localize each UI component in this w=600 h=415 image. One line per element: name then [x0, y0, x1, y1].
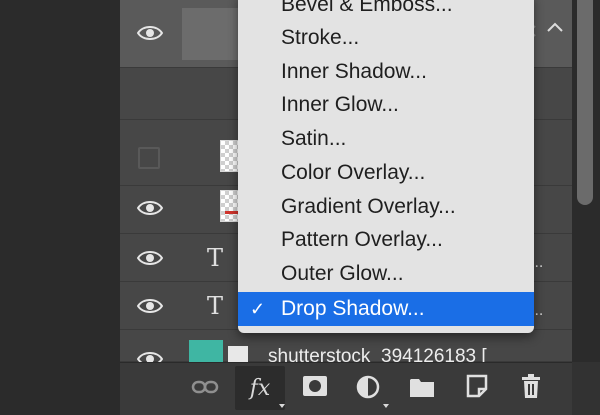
menu-item-label: Outer Glow... [281, 262, 404, 285]
eye-icon[interactable] [137, 249, 163, 267]
menu-item-label: Inner Shadow... [281, 60, 427, 83]
mask-icon[interactable] [302, 375, 328, 397]
menu-item-gradient-overlay[interactable]: Gradient Overlay... [238, 190, 534, 224]
chevron-up-icon[interactable] [545, 20, 565, 34]
chevron-down-icon [279, 404, 285, 408]
smart-object-icon [228, 346, 248, 362]
layers-toolbar [120, 362, 572, 415]
visibility-toggle-off[interactable] [138, 147, 160, 169]
menu-item-label: Drop Shadow... [281, 297, 425, 320]
menu-item-drop-shadow[interactable]: ✓ Drop Shadow... [238, 292, 534, 326]
eye-icon[interactable] [137, 24, 163, 42]
menu-item-label: Stroke... [281, 26, 360, 49]
menu-item-inner-shadow[interactable]: Inner Shadow... [238, 55, 534, 89]
checkmark-icon: ✓ [250, 299, 266, 319]
menu-item-inner-glow[interactable]: Inner Glow... [238, 88, 534, 122]
link-icon[interactable] [191, 377, 219, 397]
menu-item-color-overlay[interactable]: Color Overlay... [238, 156, 534, 190]
new-layer-icon[interactable] [466, 374, 488, 398]
menu-item-bevel-emboss[interactable]: Bevel & Emboss... [238, 0, 534, 22]
eye-icon[interactable] [137, 297, 163, 315]
menu-item-satin[interactable]: Satin... [238, 122, 534, 156]
add-layer-style-button[interactable]: fx [235, 366, 285, 410]
type-layer-icon: T [207, 292, 224, 320]
chevron-down-icon [383, 404, 389, 408]
menu-item-stroke[interactable]: Stroke... [238, 21, 534, 55]
menu-item-label: Bevel & Emboss... [281, 0, 453, 16]
menu-item-label: Inner Glow... [281, 93, 399, 116]
menu-item-label: Gradient Overlay... [281, 195, 456, 218]
menu-item-label: Pattern Overlay... [281, 228, 443, 251]
panel-gutter [0, 0, 120, 415]
trash-icon[interactable] [520, 373, 542, 399]
menu-item-label: Satin... [281, 127, 347, 150]
eye-icon[interactable] [137, 199, 163, 217]
scrollbar-thumb[interactable] [577, 0, 593, 205]
menu-item-outer-glow[interactable]: Outer Glow... [238, 257, 534, 291]
adjustment-layer-icon[interactable] [356, 375, 380, 399]
image-thumbnail [189, 340, 223, 364]
folder-icon[interactable] [409, 376, 435, 398]
fx-label: fx [249, 375, 271, 401]
type-layer-icon: T [207, 244, 224, 272]
menu-item-label: Color Overlay... [281, 161, 426, 184]
group-thumbnail [182, 8, 246, 60]
menu-item-pattern-overlay[interactable]: Pattern Overlay... [238, 223, 534, 257]
